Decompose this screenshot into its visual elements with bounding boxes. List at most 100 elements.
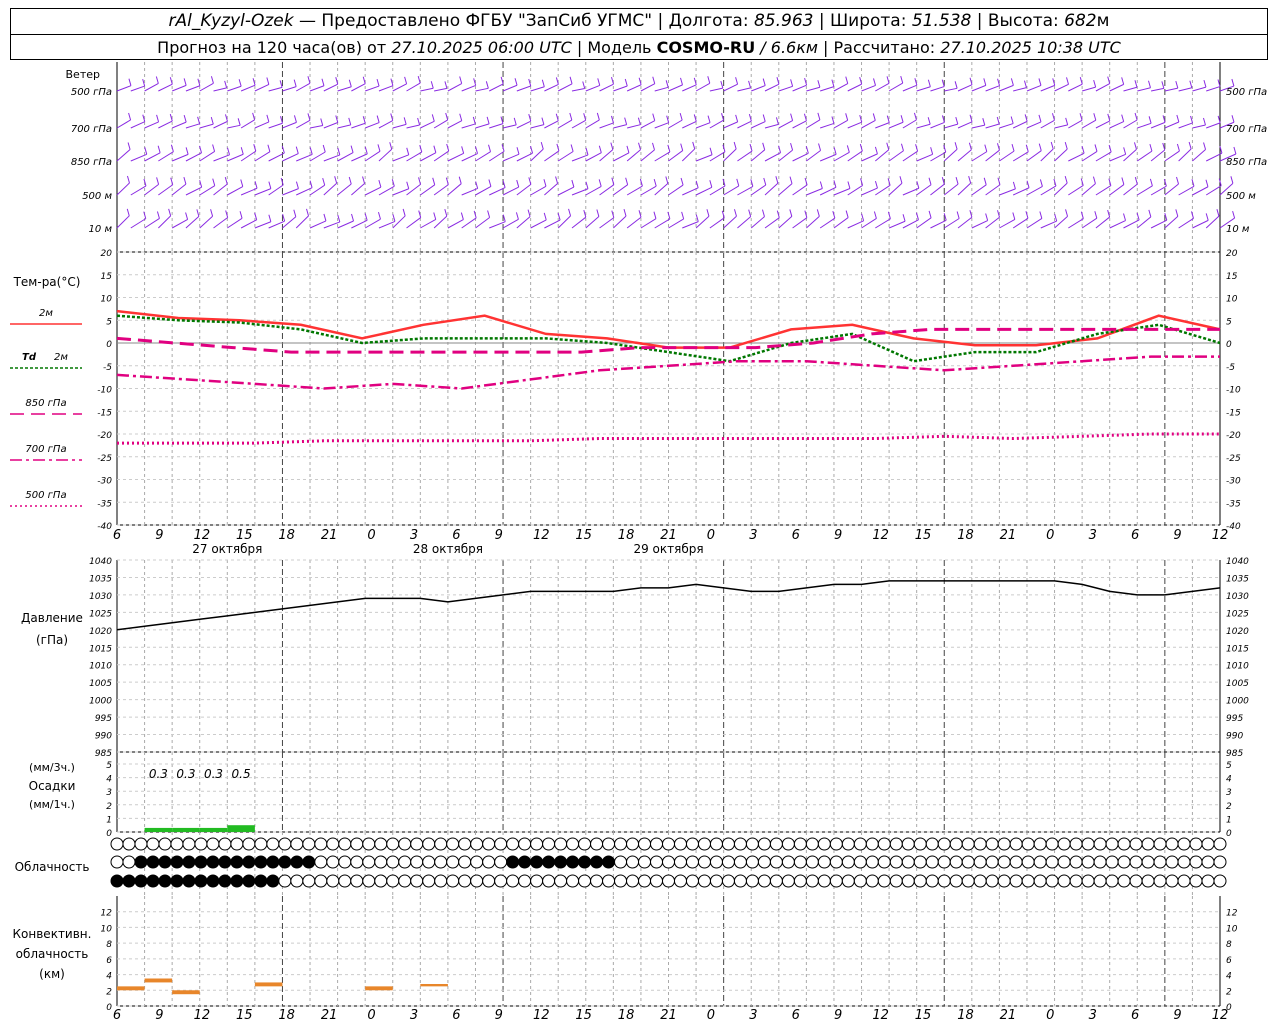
temp-tick-label: 15 bbox=[1226, 272, 1238, 282]
wind-barb-flag bbox=[488, 179, 492, 187]
cloud-circle bbox=[326, 837, 340, 851]
cloud-circle bbox=[650, 855, 664, 869]
wind-barb bbox=[599, 217, 615, 229]
wind-barb bbox=[682, 84, 697, 92]
wind-barb bbox=[640, 83, 655, 92]
cloud-circle bbox=[853, 874, 867, 888]
cloud-circle bbox=[290, 855, 304, 869]
time-tick-label: 15 bbox=[236, 528, 253, 543]
cloud-circle bbox=[242, 855, 256, 869]
precip-tick-label: 2 bbox=[1226, 802, 1232, 812]
wind-barb bbox=[282, 86, 297, 92]
cloud-circle bbox=[542, 837, 556, 851]
wind-barb bbox=[875, 218, 891, 229]
wind-barb-flag bbox=[1121, 77, 1125, 85]
time-tick-label: 9 bbox=[155, 1008, 163, 1023]
pressure-tick-label: 1030 bbox=[89, 592, 112, 602]
wind-barb-flag bbox=[789, 209, 793, 217]
cloud-circle bbox=[1201, 855, 1215, 869]
wind-barb-flag bbox=[210, 209, 214, 217]
cloud-circle bbox=[877, 837, 891, 851]
wind-barb bbox=[1081, 119, 1097, 129]
wind-barb bbox=[1178, 185, 1195, 196]
wind-barb-flag bbox=[638, 142, 641, 150]
wind-barb bbox=[1054, 124, 1068, 129]
cloud-circle bbox=[829, 837, 843, 851]
cloud-circle bbox=[338, 837, 352, 851]
wind-barb-flag bbox=[709, 147, 713, 155]
wind-barb bbox=[654, 122, 669, 129]
wind-barb bbox=[516, 183, 532, 196]
wind-barb-flag bbox=[968, 175, 972, 184]
wind-barb bbox=[240, 219, 257, 229]
cloud-circle bbox=[410, 874, 424, 888]
wind-barb bbox=[668, 150, 684, 162]
cloud-circle bbox=[266, 855, 280, 869]
wind-barb-flag bbox=[337, 147, 341, 156]
cloud-circle bbox=[398, 837, 412, 851]
temp-tick-label: -5 bbox=[1226, 363, 1235, 373]
wind-barb bbox=[806, 215, 820, 229]
cloud-circle bbox=[1165, 837, 1179, 851]
wind-barb bbox=[144, 121, 159, 129]
wind-barb-flag bbox=[1134, 80, 1138, 88]
wind-barb-flag bbox=[212, 178, 216, 186]
wind-barb-flag bbox=[555, 176, 559, 184]
time-tick-label: 9 bbox=[834, 528, 842, 543]
wind-barb bbox=[557, 83, 573, 92]
wind-barb-flag bbox=[543, 212, 547, 221]
cloud-circle bbox=[1177, 855, 1191, 869]
wind-barb-flag bbox=[900, 75, 904, 84]
cloud-circle bbox=[146, 855, 160, 869]
wind-barb bbox=[1081, 86, 1096, 92]
wind-barb-flag bbox=[763, 177, 767, 186]
wind-barb-flag bbox=[350, 145, 354, 153]
wind-barb-flag bbox=[128, 78, 132, 86]
cloud-circle bbox=[769, 874, 783, 888]
wind-barb-flag bbox=[1205, 213, 1209, 221]
wind-barb-flag bbox=[790, 113, 794, 121]
wind-barb bbox=[116, 182, 130, 196]
wind-barb bbox=[254, 121, 270, 129]
wind-barb-flag bbox=[1233, 146, 1237, 155]
wind-barb bbox=[847, 150, 863, 162]
cloud-circle bbox=[506, 855, 520, 869]
cloud-circle bbox=[650, 874, 664, 888]
wind-barb bbox=[943, 183, 959, 196]
cloud-circle bbox=[194, 874, 208, 888]
wind-barb-flag bbox=[268, 181, 272, 189]
cloud-circle bbox=[1201, 837, 1215, 851]
wind-barb-flag bbox=[568, 208, 572, 217]
cloud-circle bbox=[745, 855, 759, 869]
wind-barb-flag bbox=[733, 209, 737, 217]
precip-tick-label: 4 bbox=[106, 775, 112, 785]
wind-barb bbox=[502, 124, 517, 129]
cloud-circle bbox=[1093, 855, 1107, 869]
wind-barb bbox=[585, 216, 600, 229]
wind-barb bbox=[447, 219, 464, 229]
wind-barb-flag bbox=[334, 176, 338, 184]
time-tick-label: 18 bbox=[278, 528, 295, 543]
wind-barb bbox=[847, 121, 862, 129]
wind-barb-flag bbox=[680, 177, 684, 186]
wind-barb bbox=[1054, 182, 1068, 196]
wind-barb bbox=[627, 124, 641, 129]
pressure-tick-label: 990 bbox=[1226, 732, 1243, 742]
cloud-circle bbox=[290, 874, 304, 888]
wind-barb bbox=[268, 122, 283, 129]
wind-barb bbox=[144, 183, 159, 196]
wind-barb bbox=[364, 218, 381, 229]
wind-barb bbox=[695, 186, 713, 196]
cloud-circle bbox=[518, 837, 532, 851]
wind-barb-flag bbox=[954, 81, 958, 89]
wind-barb-flag bbox=[486, 116, 490, 125]
time-tick-label: 9 bbox=[495, 1008, 503, 1023]
wind-barb-flag bbox=[307, 76, 311, 84]
cloud-circle bbox=[290, 837, 304, 851]
wind-barb-flag bbox=[293, 115, 297, 123]
legend-label: 2м bbox=[54, 352, 68, 363]
cloud-circle bbox=[781, 837, 795, 851]
wind-barb bbox=[613, 152, 630, 162]
wind-barb bbox=[613, 184, 628, 196]
wind-barb bbox=[433, 215, 448, 229]
